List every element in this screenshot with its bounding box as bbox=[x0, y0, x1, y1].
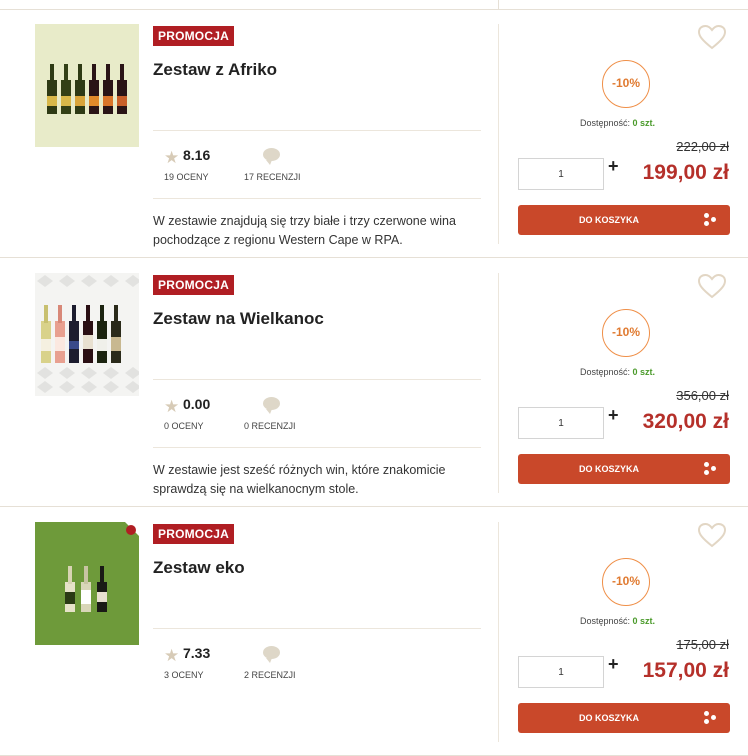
product-card: PROMOCJA Zestaw na Wielkanoc ★ 0.00 0 OC… bbox=[0, 259, 748, 507]
stock-value: 0 szt. bbox=[632, 118, 656, 128]
star-icon: ★ bbox=[164, 646, 180, 665]
cart-dots-icon bbox=[704, 462, 718, 476]
quantity-input[interactable] bbox=[518, 656, 604, 688]
product-title[interactable]: Zestaw na Wielkanoc bbox=[153, 309, 324, 329]
heart-icon[interactable] bbox=[697, 273, 727, 299]
cart-button-label: DO KOSZYKA bbox=[578, 464, 639, 474]
stock-value: 0 szt. bbox=[632, 616, 656, 626]
rating-score: 7.33 bbox=[183, 645, 211, 661]
product-card: PROMOCJA Zestaw z Afriko ★ 8.16 19 OCENY… bbox=[0, 10, 748, 258]
product-image[interactable] bbox=[35, 273, 139, 396]
stock-value: 0 szt. bbox=[632, 367, 656, 377]
promo-badge: PROMOCJA bbox=[153, 524, 234, 544]
promo-badge: PROMOCJA bbox=[153, 26, 234, 46]
star-icon: ★ bbox=[164, 397, 180, 416]
cart-dots-icon bbox=[704, 711, 718, 725]
promo-badge: PROMOCJA bbox=[153, 275, 234, 295]
old-price: 222,00 zł bbox=[676, 139, 729, 154]
ratings-count: 3 OCENY bbox=[164, 670, 204, 680]
rating-score: 8.16 bbox=[183, 147, 211, 163]
add-to-cart-button[interactable]: DO KOSZYKA bbox=[518, 454, 730, 484]
plus-button[interactable]: + bbox=[608, 405, 619, 426]
quantity-input[interactable] bbox=[518, 407, 604, 439]
reviews-count[interactable]: 2 RECENZJI bbox=[244, 670, 296, 680]
old-price: 356,00 zł bbox=[676, 388, 729, 403]
heart-icon[interactable] bbox=[697, 522, 727, 548]
add-to-cart-button[interactable]: DO KOSZYKA bbox=[518, 205, 730, 235]
availability: Dostępność: 0 szt. bbox=[580, 616, 656, 626]
availability: Dostępność: 0 szt. bbox=[580, 367, 656, 377]
product-title[interactable]: Zestaw z Afriko bbox=[153, 60, 277, 80]
ratings-count: 19 OCENY bbox=[164, 172, 209, 182]
product-image[interactable] bbox=[35, 522, 139, 645]
old-price: 175,00 zł bbox=[676, 637, 729, 652]
availability: Dostępność: 0 szt. bbox=[580, 118, 656, 128]
price: 157,00 zł bbox=[642, 659, 729, 682]
rating-score: 0.00 bbox=[183, 396, 211, 412]
add-to-cart-button[interactable]: DO KOSZYKA bbox=[518, 703, 730, 733]
discount-badge: -10% bbox=[602, 558, 650, 606]
plus-button[interactable]: + bbox=[608, 156, 619, 177]
cart-button-label: DO KOSZYKA bbox=[578, 215, 639, 225]
comment-icon bbox=[263, 148, 280, 165]
product-description: W zestawie znajdują się trzy białe i trz… bbox=[153, 214, 456, 247]
quantity-input[interactable] bbox=[518, 158, 604, 190]
price: 199,00 zł bbox=[642, 161, 729, 184]
cart-dots-icon bbox=[704, 213, 718, 227]
product-image[interactable] bbox=[35, 24, 139, 147]
cart-button-label: DO KOSZYKA bbox=[578, 713, 639, 723]
star-icon: ★ bbox=[164, 148, 180, 167]
comment-icon bbox=[263, 397, 280, 414]
heart-icon[interactable] bbox=[697, 24, 727, 50]
discount-badge: -10% bbox=[602, 60, 650, 108]
ratings-count: 0 OCENY bbox=[164, 421, 204, 431]
product-description: W zestawie jest sześć różnych win, które… bbox=[153, 463, 446, 496]
plus-button[interactable]: + bbox=[608, 654, 619, 675]
comment-icon bbox=[263, 646, 280, 663]
product-title[interactable]: Zestaw eko bbox=[153, 558, 245, 578]
price: 320,00 zł bbox=[642, 410, 729, 433]
reviews-count[interactable]: 17 RECENZJI bbox=[244, 172, 301, 182]
discount-badge: -10% bbox=[602, 309, 650, 357]
product-card: PROMOCJA Zestaw eko ★ 7.33 3 OCENY 2 REC… bbox=[0, 508, 748, 756]
reviews-count[interactable]: 0 RECENZJI bbox=[244, 421, 296, 431]
top-divider bbox=[0, 0, 748, 10]
